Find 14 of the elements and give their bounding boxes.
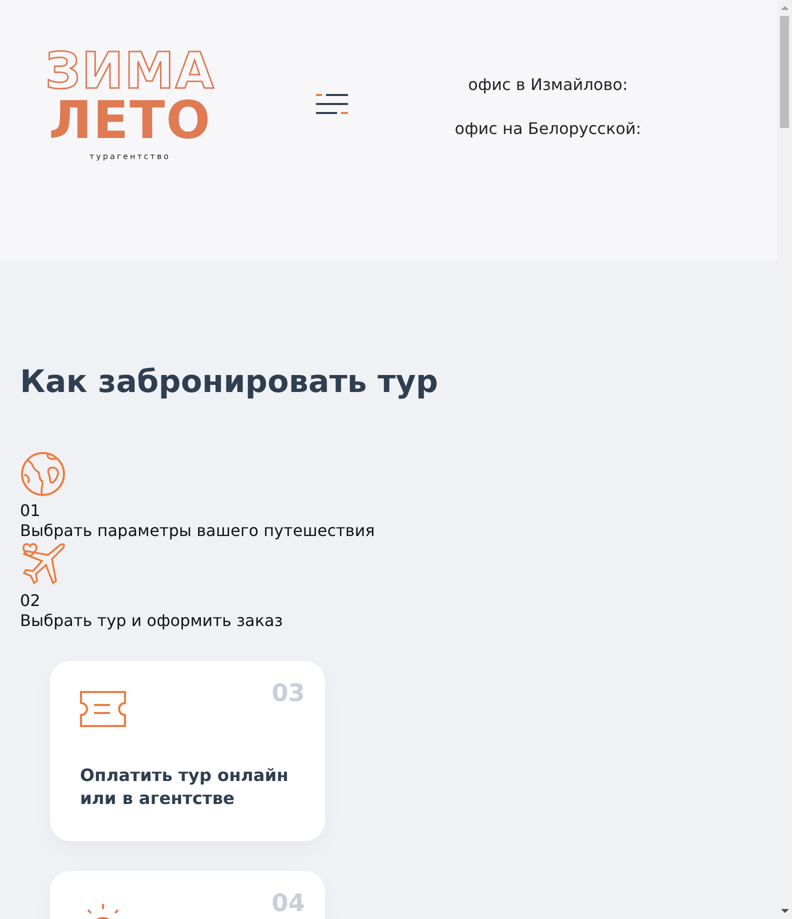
scrollbar[interactable] [777,0,792,919]
office-label: офис на Белорусской: [454,118,642,140]
step-number: 01 [20,501,40,521]
step-text: Выбрать тур и оформить заказ [20,611,283,631]
menu-icon[interactable] [316,93,348,115]
plane-heart-icon [20,541,66,587]
ticket-icon [80,691,126,727]
step-text: Выбрать параметры вашего путешествия [20,521,375,541]
step-number: 02 [20,591,40,611]
logo[interactable]: ЗИМА ЛЕТО турагентство [40,46,220,161]
office-label: офис в Измайлово: [468,74,628,96]
section-heading: Как забронировать тур [20,363,440,402]
step-text: Оплатить тур онлайн или в агентстве [80,765,290,811]
globe-icon [20,451,66,497]
